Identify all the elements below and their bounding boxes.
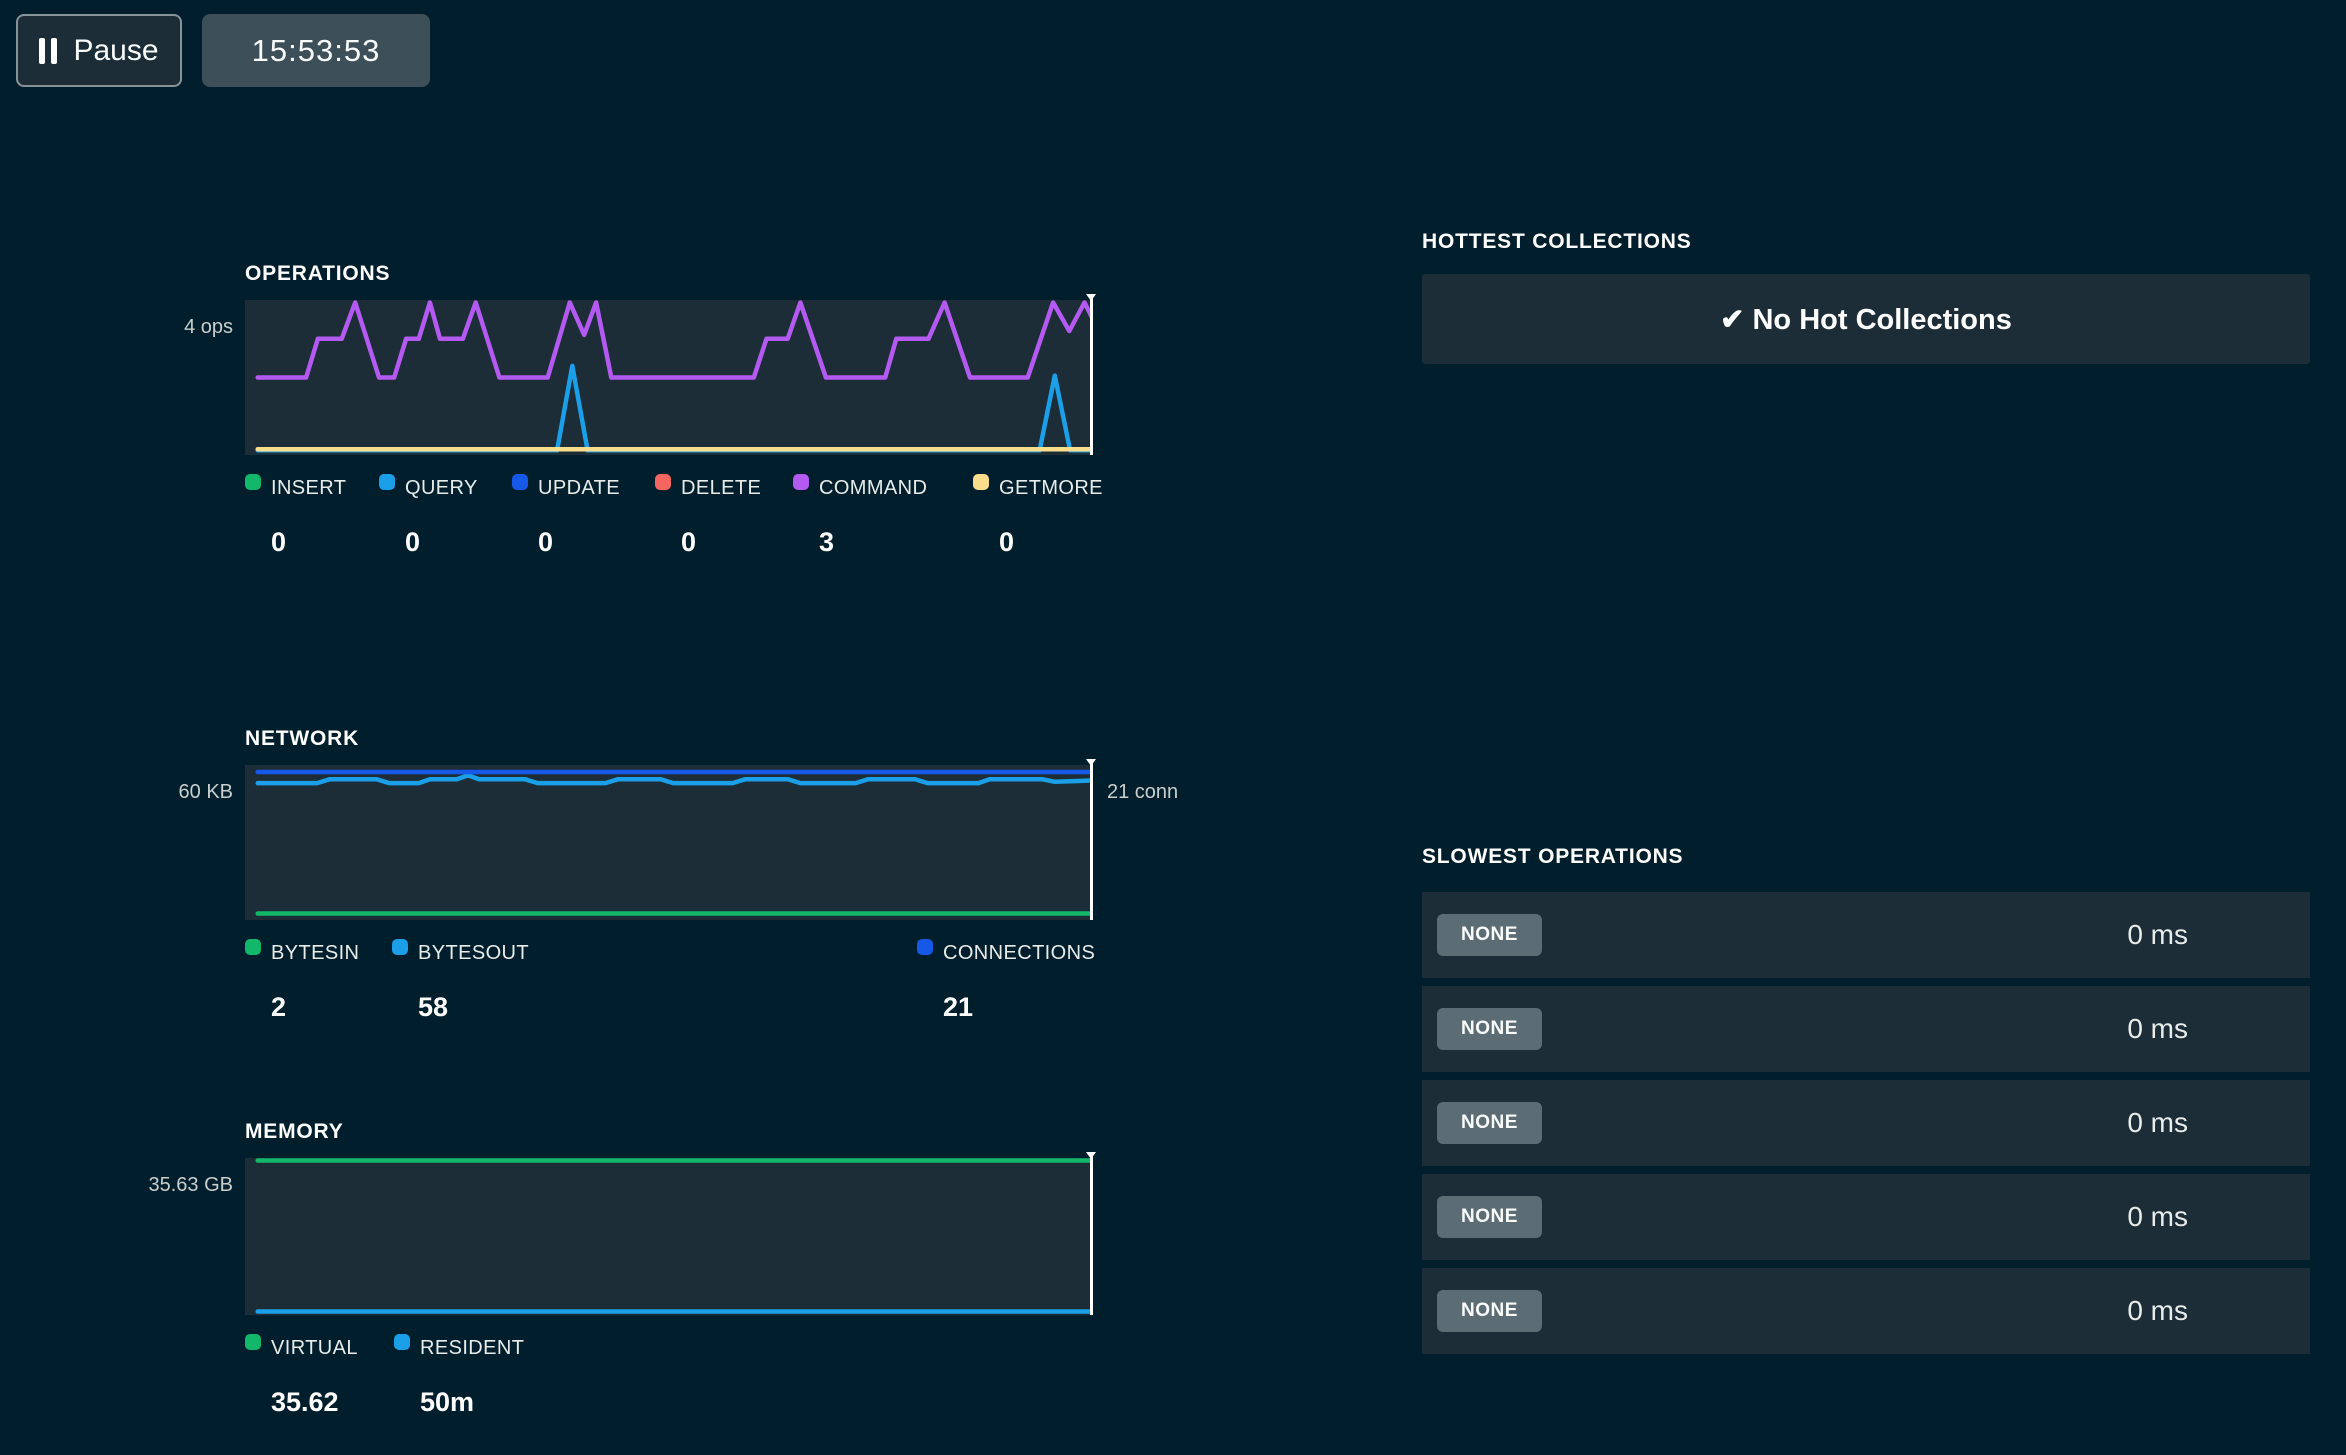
bytesout-swatch-icon bbox=[392, 939, 408, 955]
hottest-collections-title: HOTTEST COLLECTIONS bbox=[1422, 230, 2310, 254]
slowest-operations-section: SLOWEST OPERATIONS NONE 0 ms NONE 0 ms N… bbox=[1422, 845, 2310, 1354]
operation-duration: 0 ms bbox=[2127, 1201, 2188, 1233]
insert-swatch-icon bbox=[245, 474, 261, 490]
none-badge: NONE bbox=[1437, 914, 1542, 956]
legend-item-bytesin: BYTESIN 2 bbox=[245, 942, 359, 1023]
pause-button-label: Pause bbox=[73, 34, 158, 68]
operations-title: OPERATIONS bbox=[245, 262, 1093, 286]
legend-label: COMMAND bbox=[819, 477, 927, 500]
legend-label: VIRTUAL bbox=[271, 1337, 358, 1360]
legend-value: 50m bbox=[420, 1387, 524, 1418]
legend-value: 0 bbox=[681, 527, 761, 558]
hottest-collections-empty-state: ✔ No Hot Collections bbox=[1422, 274, 2310, 364]
memory-title: MEMORY bbox=[245, 1120, 1093, 1144]
memory-legend: VIRTUAL 35.62 RESIDENT 50m bbox=[245, 1337, 1093, 1455]
memory-y-axis-max-label: 35.63 GB bbox=[148, 1174, 233, 1197]
toolbar: Pause 15:53:53 bbox=[16, 14, 430, 87]
query-swatch-icon bbox=[379, 474, 395, 490]
legend-value: 0 bbox=[999, 527, 1103, 558]
current-time: 15:53:53 bbox=[252, 33, 381, 69]
legend-item-insert: INSERT 0 bbox=[245, 477, 346, 558]
virtual-swatch-icon bbox=[245, 1334, 261, 1350]
legend-value: 3 bbox=[819, 527, 927, 558]
legend-label: QUERY bbox=[405, 477, 478, 500]
network-y-axis-max-label: 60 KB bbox=[179, 781, 233, 804]
slowest-operation-row: NONE 0 ms bbox=[1422, 986, 2310, 1072]
legend-value: 0 bbox=[271, 527, 346, 558]
legend-label: BYTESOUT bbox=[418, 942, 529, 965]
legend-label: INSERT bbox=[271, 477, 346, 500]
none-badge: NONE bbox=[1437, 1102, 1542, 1144]
legend-label: BYTESIN bbox=[271, 942, 359, 965]
legend-value: 0 bbox=[405, 527, 478, 558]
time-cursor-line bbox=[1090, 760, 1093, 920]
getmore-swatch-icon bbox=[973, 474, 989, 490]
connections-swatch-icon bbox=[917, 939, 933, 955]
pause-button[interactable]: Pause bbox=[16, 14, 182, 87]
resident-swatch-icon bbox=[394, 1334, 410, 1350]
legend-label: CONNECTIONS bbox=[943, 942, 1095, 965]
legend-item-command: COMMAND 3 bbox=[793, 477, 927, 558]
legend-item-resident: RESIDENT 50m bbox=[394, 1337, 524, 1418]
legend-item-query: QUERY 0 bbox=[379, 477, 478, 558]
none-badge: NONE bbox=[1437, 1008, 1542, 1050]
update-swatch-icon bbox=[512, 474, 528, 490]
operations-legend: INSERT 0 QUERY 0 UPDATE 0 DELETE 0 COMMA… bbox=[245, 477, 1093, 595]
none-badge: NONE bbox=[1437, 1290, 1542, 1332]
legend-label: GETMORE bbox=[999, 477, 1103, 500]
time-cursor-line bbox=[1090, 1153, 1093, 1315]
operations-section: OPERATIONS 4 ops INSERT 0 QUERY 0 UPDATE… bbox=[245, 262, 1093, 595]
network-chart-canvas bbox=[245, 765, 1093, 920]
legend-value: 21 bbox=[943, 992, 1095, 1023]
legend-value: 0 bbox=[538, 527, 620, 558]
legend-label: UPDATE bbox=[538, 477, 620, 500]
network-legend: BYTESIN 2 BYTESOUT 58 CONNECTIONS 21 bbox=[245, 942, 1093, 1060]
network-right-axis-max-label: 21 conn bbox=[1107, 781, 1178, 804]
legend-value: 58 bbox=[418, 992, 529, 1023]
current-time-display: 15:53:53 bbox=[202, 14, 430, 87]
legend-item-update: UPDATE 0 bbox=[512, 477, 620, 558]
delete-swatch-icon bbox=[655, 474, 671, 490]
legend-label: RESIDENT bbox=[420, 1337, 524, 1360]
bytesin-swatch-icon bbox=[245, 939, 261, 955]
none-badge: NONE bbox=[1437, 1196, 1542, 1238]
memory-chart: 35.63 GB bbox=[245, 1158, 1093, 1315]
legend-label: DELETE bbox=[681, 477, 761, 500]
slowest-operation-row: NONE 0 ms bbox=[1422, 1268, 2310, 1354]
legend-value: 2 bbox=[271, 992, 359, 1023]
legend-item-getmore: GETMORE 0 bbox=[973, 477, 1103, 558]
memory-chart-canvas bbox=[245, 1158, 1093, 1315]
slowest-operation-row: NONE 0 ms bbox=[1422, 1174, 2310, 1260]
legend-item-connections: CONNECTIONS 21 bbox=[917, 942, 1095, 1023]
operation-duration: 0 ms bbox=[2127, 919, 2188, 951]
time-cursor-line bbox=[1090, 295, 1093, 455]
network-section: NETWORK 60 KB 21 conn BYTESIN 2 BYTESOUT… bbox=[245, 727, 1093, 1060]
operation-duration: 0 ms bbox=[2127, 1013, 2188, 1045]
operations-chart: 4 ops bbox=[245, 300, 1093, 455]
operations-y-axis-max-label: 4 ops bbox=[184, 316, 233, 339]
slowest-operations-list: NONE 0 ms NONE 0 ms NONE 0 ms NONE 0 ms … bbox=[1422, 892, 2310, 1354]
network-title: NETWORK bbox=[245, 727, 1093, 751]
no-hot-collections-message: ✔ No Hot Collections bbox=[1720, 302, 2012, 337]
slowest-operation-row: NONE 0 ms bbox=[1422, 892, 2310, 978]
command-swatch-icon bbox=[793, 474, 809, 490]
pause-icon bbox=[39, 38, 57, 64]
operation-duration: 0 ms bbox=[2127, 1107, 2188, 1139]
slowest-operation-row: NONE 0 ms bbox=[1422, 1080, 2310, 1166]
legend-item-bytesout: BYTESOUT 58 bbox=[392, 942, 529, 1023]
network-chart: 60 KB 21 conn bbox=[245, 765, 1093, 920]
legend-item-virtual: VIRTUAL 35.62 bbox=[245, 1337, 358, 1418]
memory-section: MEMORY 35.63 GB VIRTUAL 35.62 RESIDENT 5… bbox=[245, 1120, 1093, 1455]
operation-duration: 0 ms bbox=[2127, 1295, 2188, 1327]
hottest-collections-section: HOTTEST COLLECTIONS ✔ No Hot Collections bbox=[1422, 230, 2310, 364]
legend-value: 35.62 bbox=[271, 1387, 358, 1418]
legend-item-delete: DELETE 0 bbox=[655, 477, 761, 558]
slowest-operations-title: SLOWEST OPERATIONS bbox=[1422, 845, 2310, 869]
operations-chart-canvas bbox=[245, 300, 1093, 455]
